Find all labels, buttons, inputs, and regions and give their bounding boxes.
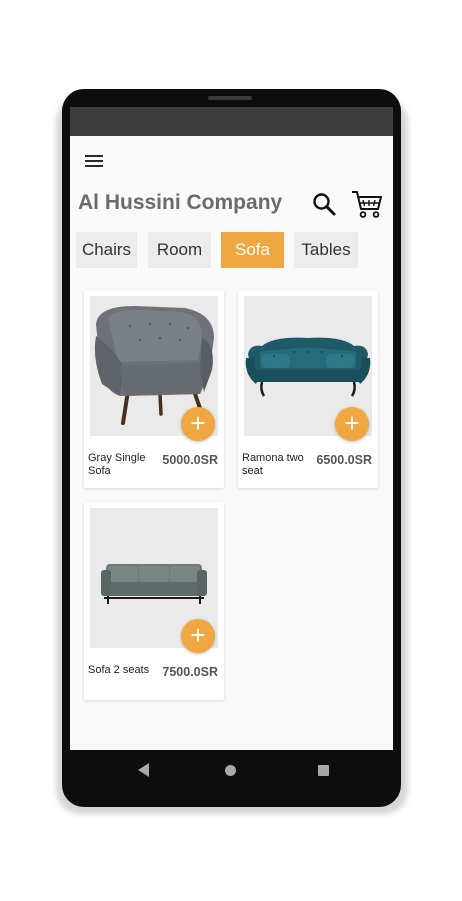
phone-speaker xyxy=(208,96,252,100)
add-to-cart-button[interactable]: + xyxy=(335,407,369,441)
phone-frame: Al Hussini Company Chairs Room Sofa Tabl… xyxy=(62,89,401,807)
product-card[interactable]: + Ramona two seat 6500.0SR xyxy=(238,290,378,488)
product-price: 5000.0SR xyxy=(162,453,218,467)
product-price: 7500.0SR xyxy=(162,665,218,679)
add-to-cart-button[interactable]: + xyxy=(181,619,215,653)
product-card[interactable]: + Gray Single Sofa 5000.0SR xyxy=(84,290,224,488)
system-nav-bar xyxy=(70,750,393,795)
tab-chairs[interactable]: Chairs xyxy=(76,232,137,268)
home-icon[interactable] xyxy=(225,765,236,776)
app-screen: Al Hussini Company Chairs Room Sofa Tabl… xyxy=(70,136,393,750)
product-price: 6500.0SR xyxy=(316,453,372,467)
search-icon[interactable] xyxy=(312,192,336,216)
app-title: Al Hussini Company xyxy=(78,191,283,214)
tab-sofa[interactable]: Sofa xyxy=(221,232,284,268)
product-card[interactable]: + Sofa 2 seats 7500.0SR xyxy=(84,502,224,700)
category-tabs: Chairs Room Sofa Tables xyxy=(76,232,393,268)
back-icon[interactable] xyxy=(138,763,149,777)
product-name: Ramona two seat xyxy=(242,452,304,477)
cart-icon[interactable] xyxy=(351,189,383,219)
status-bar xyxy=(70,107,393,136)
menu-icon[interactable] xyxy=(85,155,103,169)
add-to-cart-button[interactable]: + xyxy=(181,407,215,441)
recent-apps-icon[interactable] xyxy=(318,765,329,776)
product-name: Sofa 2 seats xyxy=(88,664,150,676)
tab-tables[interactable]: Tables xyxy=(294,232,358,268)
product-name: Gray Single Sofa xyxy=(88,452,146,477)
tab-room[interactable]: Room xyxy=(148,232,211,268)
